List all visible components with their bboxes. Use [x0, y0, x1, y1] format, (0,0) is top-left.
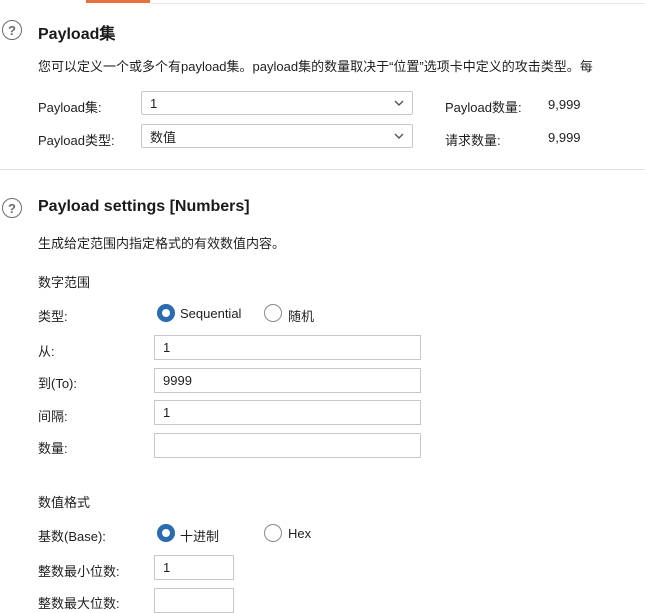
radio-decimal[interactable]	[157, 524, 175, 542]
payload-set-label: Payload集:	[38, 100, 102, 115]
how-many-input[interactable]	[154, 433, 421, 458]
tab-bar-border	[150, 3, 645, 4]
request-count-label: 请求数量:	[445, 133, 501, 148]
radio-decimal-label[interactable]: 十进制	[180, 526, 219, 545]
payload-count-label: Payload数量:	[445, 100, 522, 115]
request-count-value: 9,999	[548, 130, 581, 145]
step-input[interactable]: 1	[154, 400, 421, 425]
max-integer-digits-input[interactable]	[154, 588, 234, 613]
number-format-heading: 数值格式	[38, 495, 91, 510]
active-tab-indicator	[86, 0, 150, 3]
from-label: 从:	[38, 344, 55, 359]
chevron-down-icon	[394, 100, 404, 106]
payload-sets-title: Payload集	[38, 26, 116, 43]
how-many-label: 数量:	[38, 441, 68, 456]
help-icon[interactable]: ?	[2, 198, 22, 218]
base-label: 基数(Base):	[38, 529, 106, 544]
range-type-label: 类型:	[38, 309, 68, 324]
radio-hex-label[interactable]: Hex	[288, 526, 311, 541]
radio-random-label[interactable]: 随机	[288, 306, 314, 325]
help-icon[interactable]: ?	[2, 20, 22, 40]
payload-type-value: 数值	[150, 129, 177, 145]
step-label: 间隔:	[38, 409, 68, 424]
number-range-heading: 数字范围	[38, 275, 91, 290]
payload-sets-description: 您可以定义一个或多个有payload集。payload集的数量取决于“位置”选项…	[38, 59, 593, 74]
payload-type-label: Payload类型:	[38, 133, 115, 148]
radio-sequential[interactable]	[157, 304, 175, 322]
to-input[interactable]: 9999	[154, 368, 421, 393]
payload-settings-title: Payload settings [Numbers]	[38, 198, 250, 215]
radio-random[interactable]	[264, 304, 282, 322]
min-integer-digits-label: 整数最小位数:	[38, 564, 120, 579]
payload-settings-description: 生成给定范围内指定格式的有效数值内容。	[38, 236, 286, 251]
min-integer-digits-input[interactable]: 1	[154, 555, 234, 580]
to-label: 到(To):	[38, 376, 78, 391]
radio-hex[interactable]	[264, 524, 282, 542]
chevron-down-icon	[394, 133, 404, 139]
payload-count-value: 9,999	[548, 97, 581, 112]
payload-set-value: 1	[150, 95, 158, 111]
section-divider	[0, 169, 645, 170]
radio-sequential-label[interactable]: Sequential	[180, 306, 241, 321]
payload-type-select[interactable]: 数值	[141, 124, 413, 148]
payload-set-select[interactable]: 1	[141, 91, 413, 115]
from-input[interactable]: 1	[154, 335, 421, 360]
